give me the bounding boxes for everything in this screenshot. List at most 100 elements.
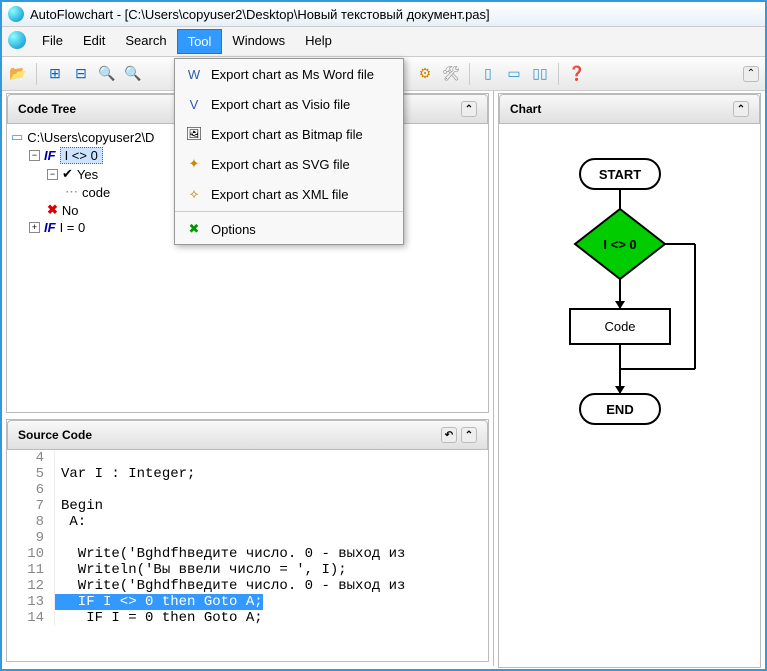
export-xml-label: Export chart as XML file: [211, 187, 349, 202]
code-line: [55, 482, 61, 498]
panel-collapse-icon[interactable]: ⌃: [461, 101, 477, 117]
options-icon: ✖: [185, 220, 203, 238]
app-logo-icon: [8, 6, 24, 22]
export-svg-label: Export chart as SVG file: [211, 157, 350, 172]
menu-tool[interactable]: Tool: [177, 29, 223, 54]
export-visio[interactable]: V Export chart as Visio file: [175, 89, 403, 119]
zoom-out-icon[interactable]: 🔍: [123, 64, 143, 84]
source-code-body[interactable]: 4 5Var I : Integer; 6 7Begin 8 A: 9 10 W…: [7, 450, 488, 661]
separator: [36, 63, 37, 85]
zoom-in-icon[interactable]: 🔍: [97, 64, 117, 84]
panel-collapse-icon[interactable]: ⌃: [461, 427, 477, 443]
line-number: 8: [7, 514, 55, 530]
separator: [175, 211, 403, 212]
tree-root-label: C:\Users\copyuser2\D: [27, 130, 154, 145]
flowchart-svg: START I <> 0 Code END: [530, 154, 730, 474]
plus-icon[interactable]: +: [29, 222, 40, 233]
menu-edit[interactable]: Edit: [73, 29, 115, 54]
app-menu-icon[interactable]: [8, 31, 26, 49]
end-label: END: [606, 402, 633, 417]
chart-title: Chart: [510, 102, 541, 116]
chart-header: Chart ⌃: [499, 94, 760, 124]
chart-body[interactable]: START I <> 0 Code END: [499, 124, 760, 667]
check-icon: ✔: [62, 166, 73, 182]
line-number: 11: [7, 562, 55, 578]
export-visio-label: Export chart as Visio file: [211, 97, 350, 112]
start-label: START: [598, 167, 640, 182]
expand-icon[interactable]: ⊞: [45, 64, 65, 84]
menu-help[interactable]: Help: [295, 29, 342, 54]
code-line: Writeln('Вы ввели число = ', I);: [55, 562, 347, 578]
export-word-label: Export chart as Ms Word file: [211, 67, 374, 82]
line-number: 14: [7, 610, 55, 626]
tree-no-label: No: [62, 203, 79, 218]
code-line: Write('Bghdfhведите число. 0 - выход из: [55, 578, 405, 594]
separator: [558, 63, 559, 85]
line-number: 10: [7, 546, 55, 562]
if-icon: IF: [44, 220, 56, 235]
export-bitmap[interactable]: 🖼 Export chart as Bitmap file: [175, 119, 403, 149]
options[interactable]: ✖ Options: [175, 214, 403, 244]
titlebar: AutoFlowchart - [C:\Users\copyuser2\Desk…: [2, 2, 765, 27]
code-line: [55, 530, 61, 546]
code-line-highlighted: IF I <> 0 then Goto A;: [55, 594, 263, 610]
open-icon[interactable]: 📂: [8, 64, 28, 84]
bitmap-icon: 🖼: [185, 125, 203, 143]
source-code-header: Source Code ↶⌃: [7, 420, 488, 450]
visio-icon: V: [185, 95, 203, 113]
menubar: File Edit Search Tool Windows Help: [2, 27, 765, 57]
cross-icon: ✖: [47, 202, 58, 218]
menu-file[interactable]: File: [32, 29, 73, 54]
layout-icon-2[interactable]: ▭: [504, 64, 524, 84]
xml-icon: ⟡: [185, 185, 203, 203]
line-number: 7: [7, 498, 55, 514]
svg-icon: ✦: [185, 155, 203, 173]
collapse-icon[interactable]: ⊟: [71, 64, 91, 84]
source-code-title: Source Code: [18, 428, 92, 442]
code-line: A:: [55, 514, 86, 530]
code-line: Begin: [55, 498, 103, 514]
export-svg[interactable]: ✦ Export chart as SVG file: [175, 149, 403, 179]
code-line: Write('Bghdfhведите число. 0 - выход из: [55, 546, 405, 562]
layout-icon-1[interactable]: ▯: [478, 64, 498, 84]
line-number: 13: [7, 594, 55, 610]
help-icon[interactable]: ❓: [567, 64, 587, 84]
line-number: 9: [7, 530, 55, 546]
code-icon: ⋯: [65, 184, 78, 200]
minus-icon[interactable]: −: [29, 150, 40, 161]
line-number: 6: [7, 482, 55, 498]
window-title: AutoFlowchart - [C:\Users\copyuser2\Desk…: [30, 7, 490, 22]
minus-icon[interactable]: −: [47, 169, 58, 180]
file-icon: ▭: [11, 129, 23, 145]
export-xml[interactable]: ⟡ Export chart as XML file: [175, 179, 403, 209]
tool-icon-2[interactable]: 🛠: [441, 64, 461, 84]
line-number: 5: [7, 466, 55, 482]
export-word[interactable]: W Export chart as Ms Word file: [175, 59, 403, 89]
layout-icon-3[interactable]: ▯▯: [530, 64, 550, 84]
undo-icon[interactable]: ↶: [441, 427, 457, 443]
chart-panel: Chart ⌃ START I <> 0 Code: [498, 93, 761, 668]
options-label: Options: [211, 222, 256, 237]
tool-icon-1[interactable]: ⚙: [415, 64, 435, 84]
process-label: Code: [604, 319, 635, 334]
line-number: 12: [7, 578, 55, 594]
panel-collapse-icon[interactable]: ⌃: [733, 101, 749, 117]
code-line: Var I : Integer;: [55, 466, 195, 482]
menu-search[interactable]: Search: [115, 29, 176, 54]
source-code-panel: Source Code ↶⌃ 4 5Var I : Integer; 6 7Be…: [6, 419, 489, 662]
if-icon: IF: [44, 148, 56, 163]
tool-dropdown: W Export chart as Ms Word file V Export ch…: [174, 58, 404, 245]
tree-yes-label: Yes: [77, 167, 98, 182]
collapse-toolbar-icon[interactable]: ⌃: [743, 66, 759, 82]
word-icon: W: [185, 65, 203, 83]
export-bitmap-label: Export chart as Bitmap file: [211, 127, 363, 142]
line-number: 4: [7, 450, 55, 466]
tree-if2-label: I = 0: [60, 220, 86, 235]
tree-code-label: code: [82, 185, 110, 200]
code-line: [55, 450, 61, 466]
tree-if1-label: I <> 0: [60, 147, 103, 164]
code-line: IF I = 0 then Goto A;: [55, 610, 263, 626]
menu-windows[interactable]: Windows: [222, 29, 295, 54]
code-tree-title: Code Tree: [18, 102, 76, 116]
separator: [469, 63, 470, 85]
